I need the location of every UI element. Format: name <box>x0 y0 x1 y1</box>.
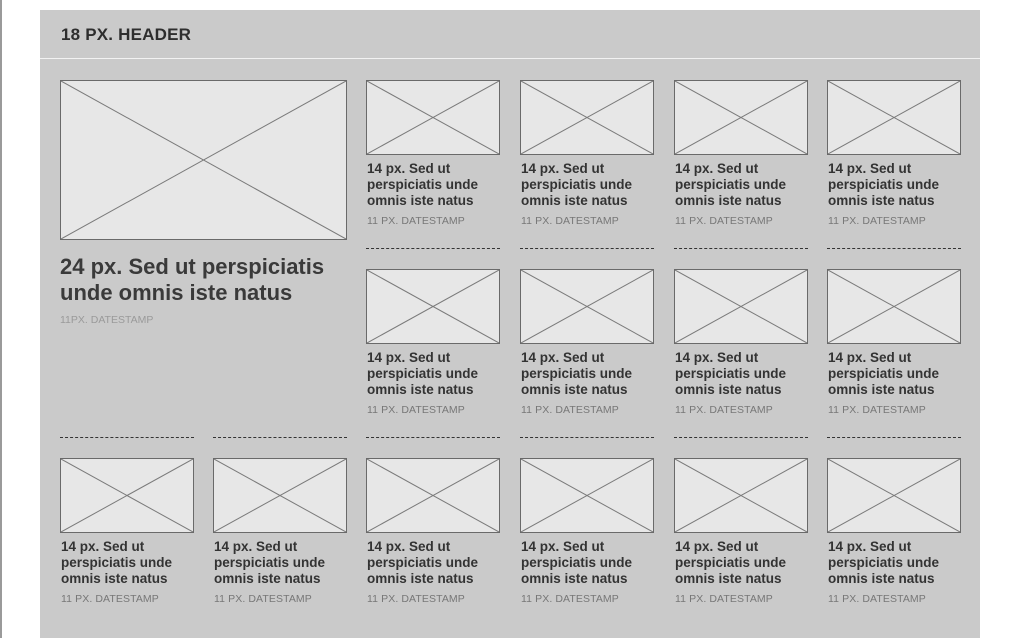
thumbnail-placeholder[interactable] <box>827 269 961 344</box>
card-headline[interactable]: 14 px. Sed ut perspiciatis unde omnis is… <box>521 161 661 209</box>
card-datestamp: 11 PX. DATESTAMP <box>521 404 619 416</box>
thumbnail-placeholder[interactable] <box>674 80 808 155</box>
image-placeholder-icon <box>61 81 346 239</box>
image-placeholder-icon <box>675 81 807 154</box>
card-datestamp: 11 PX. DATESTAMP <box>521 593 619 605</box>
dashed-divider <box>520 248 654 249</box>
thumbnail-placeholder[interactable] <box>674 269 808 344</box>
card-headline[interactable]: 14 px. Sed ut perspiciatis unde omnis is… <box>61 539 201 587</box>
thumbnail-placeholder[interactable] <box>827 458 961 533</box>
image-placeholder-icon <box>828 270 960 343</box>
card-datestamp: 11 PX. DATESTAMP <box>521 215 619 227</box>
thumbnail-placeholder[interactable] <box>674 458 808 533</box>
card-datestamp: 11 PX. DATESTAMP <box>828 404 926 416</box>
card-datestamp: 11 PX. DATESTAMP <box>61 593 159 605</box>
image-placeholder-icon <box>61 459 193 532</box>
card-datestamp: 11 PX. DATESTAMP <box>675 593 773 605</box>
card-headline[interactable]: 14 px. Sed ut perspiciatis unde omnis is… <box>675 161 815 209</box>
dashed-divider <box>366 437 500 438</box>
featured-image-placeholder[interactable] <box>60 80 347 240</box>
image-placeholder-icon <box>214 459 346 532</box>
dashed-divider <box>60 437 194 438</box>
thumbnail-placeholder[interactable] <box>366 458 500 533</box>
dashed-divider <box>827 248 961 249</box>
card-headline[interactable]: 14 px. Sed ut perspiciatis unde omnis is… <box>521 539 661 587</box>
dashed-divider <box>213 437 347 438</box>
thumbnail-placeholder[interactable] <box>213 458 347 533</box>
image-placeholder-icon <box>367 81 499 154</box>
card-datestamp: 11 PX. DATESTAMP <box>675 404 773 416</box>
image-placeholder-icon <box>828 459 960 532</box>
image-placeholder-icon <box>828 81 960 154</box>
thumbnail-placeholder[interactable] <box>60 458 194 533</box>
card-headline[interactable]: 14 px. Sed ut perspiciatis unde omnis is… <box>675 350 815 398</box>
card-datestamp: 11 PX. DATESTAMP <box>828 593 926 605</box>
card-headline[interactable]: 14 px. Sed ut perspiciatis unde omnis is… <box>828 350 968 398</box>
card-headline[interactable]: 14 px. Sed ut perspiciatis unde omnis is… <box>828 161 968 209</box>
card-headline[interactable]: 14 px. Sed ut perspiciatis unde omnis is… <box>367 161 507 209</box>
dashed-divider <box>827 437 961 438</box>
featured-datestamp: 11PX. DATESTAMP <box>60 314 154 326</box>
card-datestamp: 11 PX. DATESTAMP <box>367 593 465 605</box>
thumbnail-placeholder[interactable] <box>366 80 500 155</box>
thumbnail-placeholder[interactable] <box>520 80 654 155</box>
image-placeholder-icon <box>367 270 499 343</box>
image-placeholder-icon <box>675 270 807 343</box>
card-datestamp: 11 PX. DATESTAMP <box>367 215 465 227</box>
card-headline[interactable]: 14 px. Sed ut perspiciatis unde omnis is… <box>214 539 354 587</box>
card-datestamp: 11 PX. DATESTAMP <box>675 215 773 227</box>
card-headline[interactable]: 14 px. Sed ut perspiciatis unde omnis is… <box>521 350 661 398</box>
thumbnail-placeholder[interactable] <box>827 80 961 155</box>
card-datestamp: 11 PX. DATESTAMP <box>367 404 465 416</box>
card-headline[interactable]: 14 px. Sed ut perspiciatis unde omnis is… <box>675 539 815 587</box>
content-panel: 18 PX. HEADER 24 px. Sed ut perspiciatis… <box>40 10 980 638</box>
left-border <box>0 0 2 638</box>
image-placeholder-icon <box>521 81 653 154</box>
panel-header: 18 PX. HEADER <box>40 10 980 59</box>
featured-headline[interactable]: 24 px. Sed ut perspiciatis unde omnis is… <box>60 254 360 306</box>
dashed-divider <box>674 248 808 249</box>
dashed-divider <box>520 437 654 438</box>
thumbnail-placeholder[interactable] <box>520 269 654 344</box>
dashed-divider <box>674 437 808 438</box>
image-placeholder-icon <box>521 270 653 343</box>
card-datestamp: 11 PX. DATESTAMP <box>214 593 312 605</box>
thumbnail-placeholder[interactable] <box>366 269 500 344</box>
card-datestamp: 11 PX. DATESTAMP <box>828 215 926 227</box>
image-placeholder-icon <box>521 459 653 532</box>
image-placeholder-icon <box>675 459 807 532</box>
card-headline[interactable]: 14 px. Sed ut perspiciatis unde omnis is… <box>828 539 968 587</box>
thumbnail-placeholder[interactable] <box>520 458 654 533</box>
dashed-divider <box>366 248 500 249</box>
card-headline[interactable]: 14 px. Sed ut perspiciatis unde omnis is… <box>367 350 507 398</box>
header-title: 18 PX. HEADER <box>61 25 192 44</box>
card-headline[interactable]: 14 px. Sed ut perspiciatis unde omnis is… <box>367 539 507 587</box>
image-placeholder-icon <box>367 459 499 532</box>
